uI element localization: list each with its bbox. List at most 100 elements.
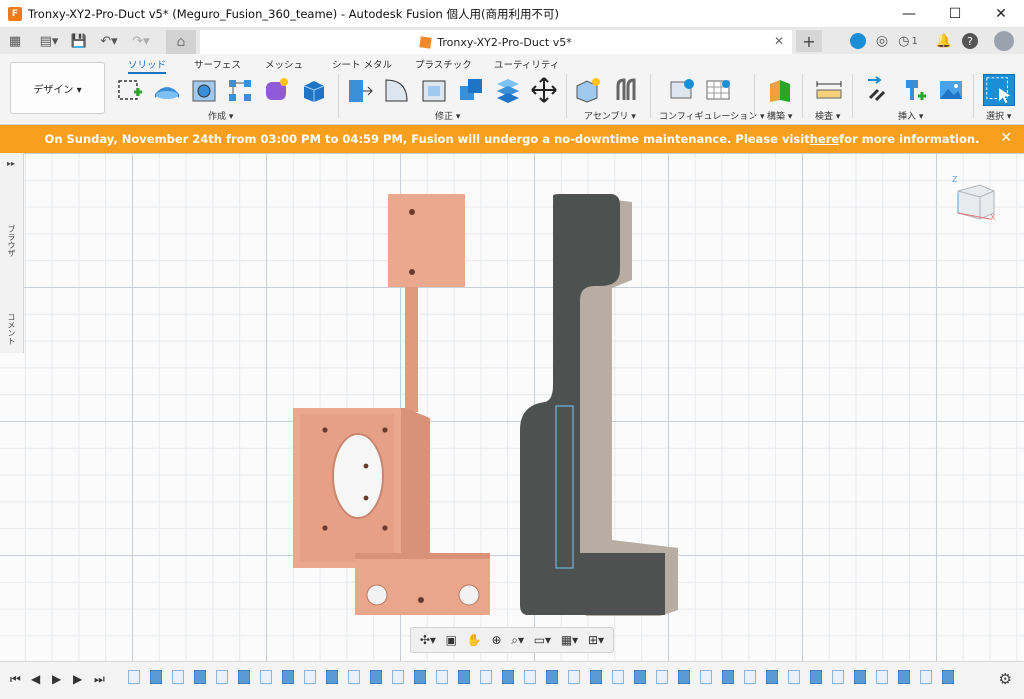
zoom-icon[interactable]: ⊕ xyxy=(491,633,501,647)
grid-settings-icon[interactable]: ▦▾ xyxy=(561,633,578,647)
configure-group-label[interactable]: コンフィギュレーション ▾ xyxy=(659,109,765,122)
comments-panel-tab[interactable]: コメント xyxy=(6,313,17,345)
timeline-feature-icon[interactable] xyxy=(678,670,690,684)
configuration-table-icon[interactable] xyxy=(704,76,732,104)
new-tab-button[interactable]: + xyxy=(796,30,822,52)
modify-group-label[interactable]: 修正 ▾ xyxy=(435,109,460,122)
timeline-feature-icon[interactable] xyxy=(568,670,580,684)
help-icon[interactable]: ? xyxy=(962,33,978,49)
tab-solid[interactable]: ソリッド xyxy=(128,57,167,74)
look-at-icon[interactable]: ▣ xyxy=(446,633,457,647)
workspace-switcher[interactable]: デザイン ▾ xyxy=(10,62,105,114)
viewcube[interactable]: Z X xyxy=(950,175,998,223)
canvas-viewport[interactable]: Z X ✣▾ ▣ ✋ ⊕ ⌕▾ ▭▾ ▦▾ ⊞▾ xyxy=(0,153,1024,661)
timeline-feature-icon[interactable] xyxy=(810,670,822,684)
timeline-feature-icon[interactable] xyxy=(590,670,602,684)
timeline-next-button[interactable]: ▶ xyxy=(73,672,82,686)
inspect-group-label[interactable]: 検査 ▾ xyxy=(815,109,840,122)
close-window-button[interactable]: ✕ xyxy=(978,0,1024,28)
rectangular-pattern-icon[interactable] xyxy=(226,76,254,104)
timeline-feature-icon[interactable] xyxy=(524,670,536,684)
insert-group-label[interactable]: 挿入 ▾ xyxy=(898,109,923,122)
timeline-feature-icon[interactable] xyxy=(172,670,184,684)
timeline-feature-icon[interactable] xyxy=(612,670,624,684)
minimize-button[interactable]: — xyxy=(886,0,932,28)
tab-utilities[interactable]: ユーティリティ xyxy=(494,57,559,71)
timeline-feature-icon[interactable] xyxy=(436,670,448,684)
close-tab-icon[interactable]: ✕ xyxy=(774,34,784,48)
timeline-feature-icon[interactable] xyxy=(304,670,316,684)
viewports-icon[interactable]: ⊞▾ xyxy=(588,633,604,647)
maximize-button[interactable]: ☐ xyxy=(932,0,978,28)
extensions-icon[interactable] xyxy=(849,33,866,49)
measure-icon[interactable] xyxy=(815,76,843,104)
expand-panel-icon[interactable]: ▸▸ xyxy=(7,159,15,168)
timeline-feature-icon[interactable] xyxy=(370,670,382,684)
timeline-feature-icon[interactable] xyxy=(832,670,844,684)
timeline-feature-icon[interactable] xyxy=(238,670,250,684)
assemble-group-label[interactable]: アセンブリ ▾ xyxy=(584,109,636,122)
align-icon[interactable] xyxy=(494,76,522,104)
display-settings-icon[interactable]: ▭▾ xyxy=(534,633,551,647)
timeline-feature-icon[interactable] xyxy=(348,670,360,684)
create-sketch-icon[interactable] xyxy=(116,76,144,104)
timeline-last-button[interactable]: ⏭ xyxy=(94,672,105,687)
home-icon[interactable]: ⌂ xyxy=(166,30,196,54)
create-box-icon[interactable] xyxy=(300,76,328,104)
tab-mesh[interactable]: メッシュ xyxy=(265,57,303,71)
banner-close-icon[interactable]: ✕ xyxy=(1000,130,1012,146)
timeline-feature-icon[interactable] xyxy=(392,670,404,684)
timeline-feature-icon[interactable] xyxy=(260,670,272,684)
timeline-feature-icon[interactable] xyxy=(744,670,756,684)
timeline-feature-icon[interactable] xyxy=(546,670,558,684)
shell-icon[interactable] xyxy=(420,76,448,104)
timeline-feature-icon[interactable] xyxy=(216,670,228,684)
browser-panel-tab[interactable]: ブラウザ xyxy=(6,225,17,257)
insert-mcmaster-icon[interactable] xyxy=(900,76,928,104)
timeline-feature-icon[interactable] xyxy=(194,670,206,684)
tab-sheet-metal[interactable]: シート メタル xyxy=(332,57,392,71)
timeline-feature-icon[interactable] xyxy=(942,670,954,684)
tab-plastic[interactable]: プラスチック xyxy=(415,57,472,71)
timeline-settings-icon[interactable]: ⚙ xyxy=(999,670,1012,688)
create-group-label[interactable]: 作成 ▾ xyxy=(208,109,233,122)
tab-document[interactable]: Tronxy-XY2-Pro-Duct v5* ✕ xyxy=(200,30,792,54)
extrude-icon[interactable] xyxy=(153,76,181,104)
file-menu-icon[interactable]: ▤▾ xyxy=(34,30,64,52)
user-avatar[interactable] xyxy=(994,31,1014,51)
dark-duct-part[interactable] xyxy=(520,194,678,616)
timeline-feature-icon[interactable] xyxy=(700,670,712,684)
timeline-feature-icon[interactable] xyxy=(898,670,910,684)
configure-design-icon[interactable] xyxy=(668,76,696,104)
undo-icon[interactable]: ↶▾ xyxy=(94,30,124,52)
timeline-feature-icon[interactable] xyxy=(458,670,470,684)
combine-icon[interactable] xyxy=(457,76,485,104)
timeline-feature-icon[interactable] xyxy=(150,670,162,684)
tab-surface[interactable]: サーフェス xyxy=(194,57,241,71)
timeline-prev-button[interactable]: ◀ xyxy=(31,672,40,686)
timeline-feature-icon[interactable] xyxy=(766,670,778,684)
insert-canvas-icon[interactable] xyxy=(937,76,965,104)
timeline-feature-icon[interactable] xyxy=(788,670,800,684)
timeline-feature-icon[interactable] xyxy=(502,670,514,684)
timeline-feature-icon[interactable] xyxy=(854,670,866,684)
timeline-feature-icon[interactable] xyxy=(656,670,668,684)
redo-icon[interactable]: ↷▾ xyxy=(126,30,156,52)
pan-hand-icon[interactable]: ✋ xyxy=(467,633,482,647)
timeline-feature-icon[interactable] xyxy=(326,670,338,684)
joint-icon[interactable] xyxy=(612,76,640,104)
offset-plane-icon[interactable] xyxy=(766,76,794,104)
apps-grid-icon[interactable]: ▦ xyxy=(4,30,26,52)
hole-icon[interactable] xyxy=(190,76,218,104)
fit-icon[interactable]: ⌕▾ xyxy=(511,633,524,648)
copper-bracket-part[interactable] xyxy=(293,194,490,615)
timeline-feature-icon[interactable] xyxy=(480,670,492,684)
create-form-icon[interactable] xyxy=(263,76,291,104)
online-status-icon[interactable]: ◎ xyxy=(876,33,888,49)
timeline-feature-icon[interactable] xyxy=(920,670,932,684)
banner-link[interactable]: here xyxy=(810,132,839,146)
select-tool-icon[interactable] xyxy=(983,74,1015,106)
fillet-icon[interactable] xyxy=(383,76,411,104)
timeline-first-button[interactable]: ⏮ xyxy=(10,672,21,687)
save-icon[interactable]: 💾 xyxy=(68,30,90,52)
